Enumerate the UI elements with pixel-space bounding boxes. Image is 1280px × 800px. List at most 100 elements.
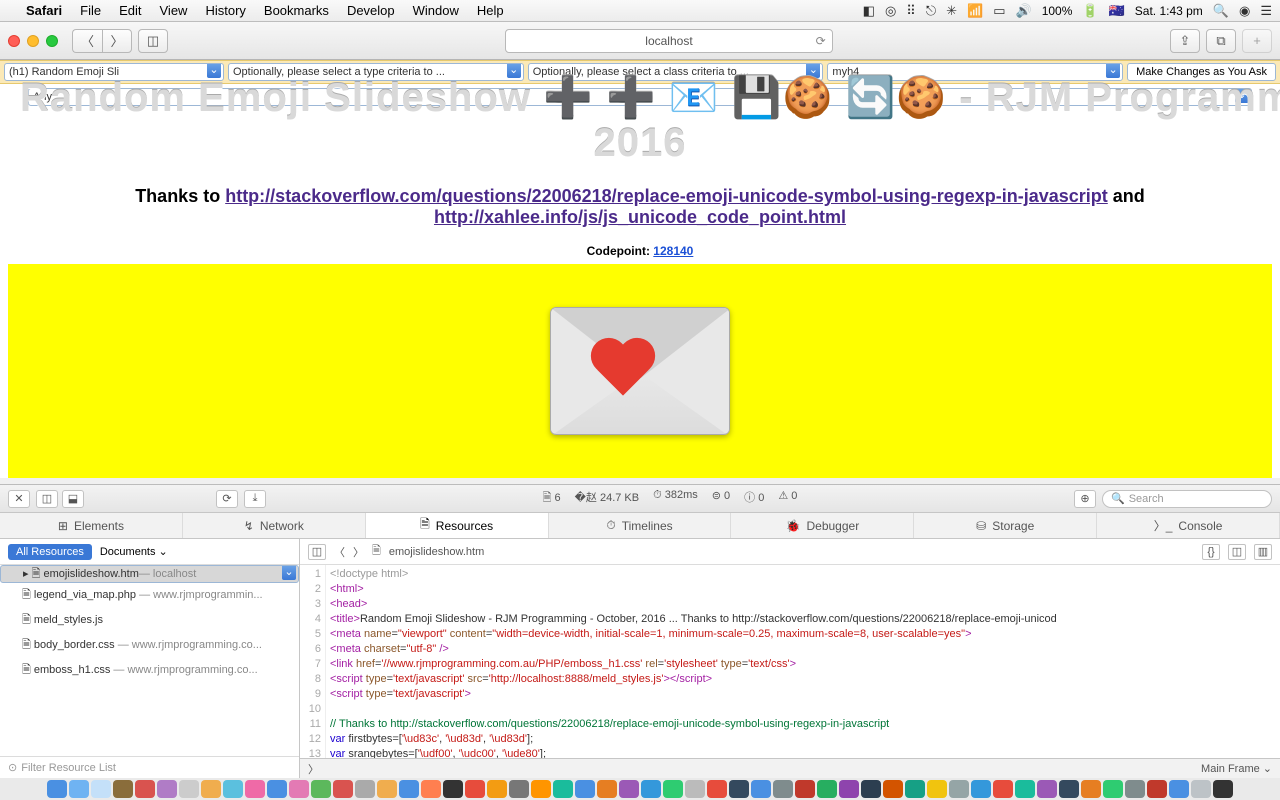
- dock-app-icon[interactable]: [333, 780, 353, 798]
- new-tab-button[interactable]: +: [1242, 29, 1272, 53]
- forward-button[interactable]: 〉: [102, 29, 132, 53]
- selector-element[interactable]: myh4: [827, 63, 1123, 81]
- maximize-window-button[interactable]: [46, 35, 58, 47]
- dock-app-icon[interactable]: [135, 780, 155, 798]
- flag-icon[interactable]: 🇦🇺: [1109, 3, 1125, 19]
- dock-app-icon[interactable]: [245, 780, 265, 798]
- dock-app-icon[interactable]: [1147, 780, 1167, 798]
- dock-app-icon[interactable]: [1059, 780, 1079, 798]
- dock-app-icon[interactable]: [553, 780, 573, 798]
- dock-app-icon[interactable]: [641, 780, 661, 798]
- dock-app-icon[interactable]: [1125, 780, 1145, 798]
- dock-side-button[interactable]: ◫: [36, 490, 58, 508]
- dock-app-icon[interactable]: [839, 780, 859, 798]
- clock[interactable]: Sat. 1:43 pm: [1135, 4, 1203, 18]
- menu-develop[interactable]: Develop: [347, 3, 395, 18]
- battery-icon[interactable]: 🔋: [1082, 3, 1098, 19]
- dock-app-icon[interactable]: [883, 780, 903, 798]
- menu-file[interactable]: File: [80, 3, 101, 18]
- sidebar-button[interactable]: ◫: [138, 29, 168, 53]
- tab-timelines[interactable]: ⏱ Timelines: [549, 513, 732, 538]
- resource-item[interactable]: 🗎 legend_via_map.php — www.rjmprogrammin…: [0, 583, 299, 608]
- dock-app-icon[interactable]: [157, 780, 177, 798]
- panel-button[interactable]: ◫: [1228, 544, 1246, 560]
- toggle-sidebar-button[interactable]: ◫: [308, 544, 326, 560]
- dock-app-icon[interactable]: [509, 780, 529, 798]
- dock-app-icon[interactable]: [1037, 780, 1057, 798]
- address-bar[interactable]: localhost ⟳: [505, 29, 832, 53]
- inspector-search[interactable]: 🔍 Search: [1102, 490, 1272, 508]
- dock-app-icon[interactable]: [773, 780, 793, 798]
- all-resources-pill[interactable]: All Resources: [8, 544, 92, 560]
- tab-network[interactable]: ↯ Network: [183, 513, 366, 538]
- dock-app-icon[interactable]: [707, 780, 727, 798]
- menu-help[interactable]: Help: [477, 3, 504, 18]
- dock-app-icon[interactable]: [905, 780, 925, 798]
- dock-app-icon[interactable]: [971, 780, 991, 798]
- dock-app-icon[interactable]: [399, 780, 419, 798]
- dock-app-icon[interactable]: [1015, 780, 1035, 798]
- dock-app-icon[interactable]: [421, 780, 441, 798]
- thanks-link-2[interactable]: http://xahlee.info/js/js_unicode_code_po…: [434, 207, 846, 227]
- app-name[interactable]: Safari: [26, 3, 62, 18]
- dock-app-icon[interactable]: [1103, 780, 1123, 798]
- dock-app-icon[interactable]: [223, 780, 243, 798]
- dock-app-icon[interactable]: [597, 780, 617, 798]
- dock-app-icon[interactable]: [311, 780, 331, 798]
- console-toggle-button[interactable]: 〉: [308, 761, 319, 777]
- tab-console[interactable]: 〉_ Console: [1097, 513, 1280, 538]
- tab-storage[interactable]: ⛁ Storage: [914, 513, 1097, 538]
- status-icon[interactable]: ◎: [885, 3, 896, 19]
- resource-item[interactable]: 🗎 body_border.css — www.rjmprogramming.c…: [0, 633, 299, 658]
- nav-forward-button[interactable]: 〉: [353, 544, 364, 560]
- spotlight-icon[interactable]: 🔍: [1213, 3, 1229, 19]
- format-button[interactable]: {}: [1202, 544, 1220, 560]
- dock-app-icon[interactable]: [267, 780, 287, 798]
- tab-debugger[interactable]: 🐞 Debugger: [731, 513, 914, 538]
- bluetooth-icon[interactable]: ✳: [946, 3, 957, 19]
- minimize-window-button[interactable]: [27, 35, 39, 47]
- dock-bottom-button[interactable]: ⬓: [62, 490, 84, 508]
- resource-filter[interactable]: ⊙ Filter Resource List: [0, 756, 299, 778]
- battery-percent[interactable]: 100%: [1042, 4, 1073, 18]
- display-icon[interactable]: ▭: [993, 3, 1005, 19]
- dock-app-icon[interactable]: [179, 780, 199, 798]
- crumb-filename[interactable]: emojislideshow.htm: [389, 546, 484, 558]
- dock-app-icon[interactable]: [47, 780, 67, 798]
- make-changes-button[interactable]: Make Changes as You Ask: [1127, 63, 1276, 81]
- dock-app-icon[interactable]: [91, 780, 111, 798]
- tab-elements[interactable]: ⊞ Elements: [0, 513, 183, 538]
- dock-app-icon[interactable]: [289, 780, 309, 798]
- dock-app-icon[interactable]: [465, 780, 485, 798]
- selector-type[interactable]: Optionally, please select a type criteri…: [228, 63, 524, 81]
- dock-app-icon[interactable]: [1191, 780, 1211, 798]
- tab-resources[interactable]: 🗎 Resources: [366, 513, 549, 538]
- dock-app-icon[interactable]: [201, 780, 221, 798]
- thanks-link-1[interactable]: http://stackoverflow.com/questions/22006…: [225, 186, 1108, 206]
- main-frame-select[interactable]: Main Frame ⌄: [1201, 762, 1272, 775]
- close-window-button[interactable]: [8, 35, 20, 47]
- dock-app-icon[interactable]: [531, 780, 551, 798]
- tabs-button[interactable]: ⧉: [1206, 29, 1236, 53]
- panel-button[interactable]: ▥: [1254, 544, 1272, 560]
- menu-view[interactable]: View: [160, 3, 188, 18]
- menu-history[interactable]: History: [205, 3, 245, 18]
- dock-app-icon[interactable]: [993, 780, 1013, 798]
- resource-item[interactable]: 🗎 meld_styles.js: [0, 608, 299, 633]
- notification-center-icon[interactable]: ☰: [1260, 3, 1272, 19]
- status-icon[interactable]: ⠿: [906, 3, 916, 19]
- dock-app-icon[interactable]: [69, 780, 89, 798]
- share-button[interactable]: ⇪: [1170, 29, 1200, 53]
- menu-bookmarks[interactable]: Bookmarks: [264, 3, 329, 18]
- dock-app-icon[interactable]: [487, 780, 507, 798]
- dock-app-icon[interactable]: [113, 780, 133, 798]
- source-code[interactable]: <!doctype html> <html> <head> <title>Ran…: [326, 565, 1280, 758]
- dock-app-icon[interactable]: [817, 780, 837, 798]
- dock-app-icon[interactable]: [575, 780, 595, 798]
- dock-app-icon[interactable]: [927, 780, 947, 798]
- scope-select[interactable]: Documents ⌄: [100, 545, 168, 558]
- dock-app-icon[interactable]: [729, 780, 749, 798]
- dock-app-icon[interactable]: [685, 780, 705, 798]
- status-icon[interactable]: ⎋: [926, 3, 936, 19]
- selector-class[interactable]: Optionally, please select a class criter…: [528, 63, 824, 81]
